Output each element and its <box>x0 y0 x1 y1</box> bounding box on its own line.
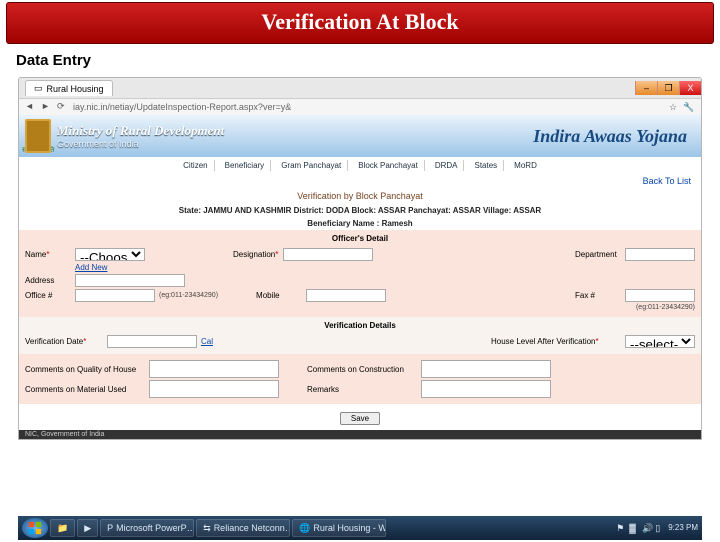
designation-label: Designation <box>233 250 279 259</box>
reload-icon[interactable]: ⟳ <box>57 101 69 113</box>
location-breadcrumb: State: JAMMU AND KASHMIR District: DODA … <box>19 204 701 217</box>
mobile-label: Mobile <box>256 291 302 300</box>
officer-detail-panel: Officer's Detail Name --Choose-- Designa… <box>19 230 701 317</box>
browser-tab[interactable]: ▭ Rural Housing <box>25 80 113 96</box>
remarks-input[interactable] <box>421 380 551 398</box>
comments-panel: Comments on Quality of House Comments on… <box>19 354 701 404</box>
browser-window: ▭ Rural Housing – ❐ X ◄ ► ⟳ iay.nic.in/n… <box>18 77 702 440</box>
house-level-label: House Level After Verification <box>491 337 621 346</box>
nav-beneficiary[interactable]: Beneficiary <box>219 160 272 171</box>
system-tray: ⚑ ▓ 🔊 ▯ 9:23 PM <box>616 523 698 533</box>
tray-volume-icon[interactable]: 🔊 <box>642 523 652 533</box>
network-icon: ⇆ <box>203 523 211 534</box>
department-label: Department <box>575 250 621 259</box>
verification-date-input[interactable] <box>107 335 197 348</box>
taskbar-item-browser[interactable]: 🌐Rural Housing - W… <box>292 519 386 537</box>
media-icon: ▶ <box>84 523 91 534</box>
name-select[interactable]: --Choose-- <box>75 248 145 261</box>
office-phone-input[interactable] <box>75 289 155 302</box>
bookmark-icon[interactable]: ☆ <box>667 102 679 113</box>
fax-input[interactable] <box>625 289 695 302</box>
site-footer: NIC, Government of India <box>19 430 701 439</box>
tray-flag-icon[interactable]: ⚑ <box>616 523 626 533</box>
address-input[interactable] <box>75 274 185 287</box>
verification-date-label: Verification Date <box>25 337 103 346</box>
beneficiary-value: Ramesh <box>382 219 413 228</box>
back-to-list-link[interactable]: Back To List <box>19 174 701 188</box>
top-nav: Citizen Beneficiary Gram Panchayat Block… <box>19 157 701 174</box>
taskbar-item-powerpoint[interactable]: PMicrosoft PowerP… <box>100 519 194 537</box>
department-input[interactable] <box>625 248 695 261</box>
construction-comments-input[interactable] <box>421 360 551 378</box>
powerpoint-icon: P <box>107 523 113 533</box>
slide-subtitle: Data Entry <box>16 52 720 69</box>
back-icon[interactable]: ◄ <box>25 101 37 113</box>
section-title: Verification by Block Panchayat <box>19 188 701 204</box>
calendar-link[interactable]: Cal <box>201 337 213 346</box>
form-actions: Save <box>19 404 701 430</box>
address-label: Address <box>25 276 71 285</box>
globe-icon: 🌐 <box>299 523 310 534</box>
browser-toolbar: ◄ ► ⟳ iay.nic.in/netiay/UpdateInspection… <box>19 98 701 115</box>
brand-title: Indira Awaas Yojana <box>533 126 687 147</box>
nav-mord[interactable]: MoRD <box>508 160 543 171</box>
window-close-button[interactable]: X <box>679 81 701 95</box>
nav-states[interactable]: States <box>468 160 504 171</box>
material-comments-label: Comments on Material Used <box>25 385 145 394</box>
site-banner: समाज शक्ति Ministry of Rural Development… <box>19 115 701 157</box>
windows-logo-icon <box>28 521 42 535</box>
beneficiary-row: Beneficiary Name : Ramesh <box>19 217 701 230</box>
verification-panel: Verification Details Verification Date C… <box>19 317 701 354</box>
gov-name: Government of India <box>57 139 224 149</box>
forward-icon[interactable]: ► <box>41 101 53 113</box>
quality-comments-label: Comments on Quality of House <box>25 365 145 374</box>
beneficiary-label: Beneficiary Name : <box>307 219 379 228</box>
window-maximize-button[interactable]: ❐ <box>657 81 679 95</box>
designation-input[interactable] <box>283 248 373 261</box>
nav-citizen[interactable]: Citizen <box>177 160 214 171</box>
nav-block-panchayat[interactable]: Block Panchayat <box>352 160 425 171</box>
start-button[interactable] <box>22 518 48 538</box>
nav-drda[interactable]: DRDA <box>429 160 465 171</box>
officer-panel-title: Officer's Detail <box>25 234 695 246</box>
taskbar-item-netconnect[interactable]: ⇆Reliance Netconn… <box>196 519 290 537</box>
ministry-text: Ministry of Rural Development Government… <box>57 123 224 149</box>
windows-taskbar: 📁 ▶ PMicrosoft PowerP… ⇆Reliance Netconn… <box>18 516 702 540</box>
tab-title: Rural Housing <box>47 84 104 94</box>
emblem-icon <box>25 119 51 153</box>
fax-hint: (eg:011-23434290) <box>636 304 695 311</box>
page-icon: ▭ <box>34 83 43 94</box>
office-hint: (eg:011-23434290) <box>159 292 218 299</box>
nav-gram-panchayat[interactable]: Gram Panchayat <box>275 160 348 171</box>
settings-icon[interactable]: 🔧 <box>683 102 695 113</box>
ministry-name: Ministry of Rural Development <box>57 123 224 139</box>
verification-panel-title: Verification Details <box>25 321 695 333</box>
save-button[interactable]: Save <box>340 412 380 425</box>
material-comments-input[interactable] <box>149 380 279 398</box>
add-new-link[interactable]: Add New <box>75 263 107 272</box>
office-label: Office # <box>25 291 71 300</box>
name-label: Name <box>25 250 71 259</box>
slide-title: Verification At Block <box>6 2 714 44</box>
taskbar-item-explorer[interactable]: 📁 <box>50 519 75 537</box>
tray-network-icon[interactable]: ▓ <box>629 523 639 533</box>
browser-tabstrip: ▭ Rural Housing – ❐ X <box>19 78 701 98</box>
window-minimize-button[interactable]: – <box>635 81 657 95</box>
quality-comments-input[interactable] <box>149 360 279 378</box>
folder-icon: 📁 <box>57 523 68 534</box>
fax-label: Fax # <box>575 291 621 300</box>
address-bar[interactable]: iay.nic.in/netiay/UpdateInspection-Repor… <box>73 102 663 112</box>
tray-battery-icon[interactable]: ▯ <box>655 523 665 533</box>
remarks-label: Remarks <box>307 385 417 394</box>
taskbar-clock[interactable]: 9:23 PM <box>668 524 698 532</box>
house-level-select[interactable]: --select-- <box>625 335 695 348</box>
taskbar-item-media[interactable]: ▶ <box>77 519 98 537</box>
mobile-input[interactable] <box>306 289 386 302</box>
construction-comments-label: Comments on Construction <box>307 365 417 374</box>
